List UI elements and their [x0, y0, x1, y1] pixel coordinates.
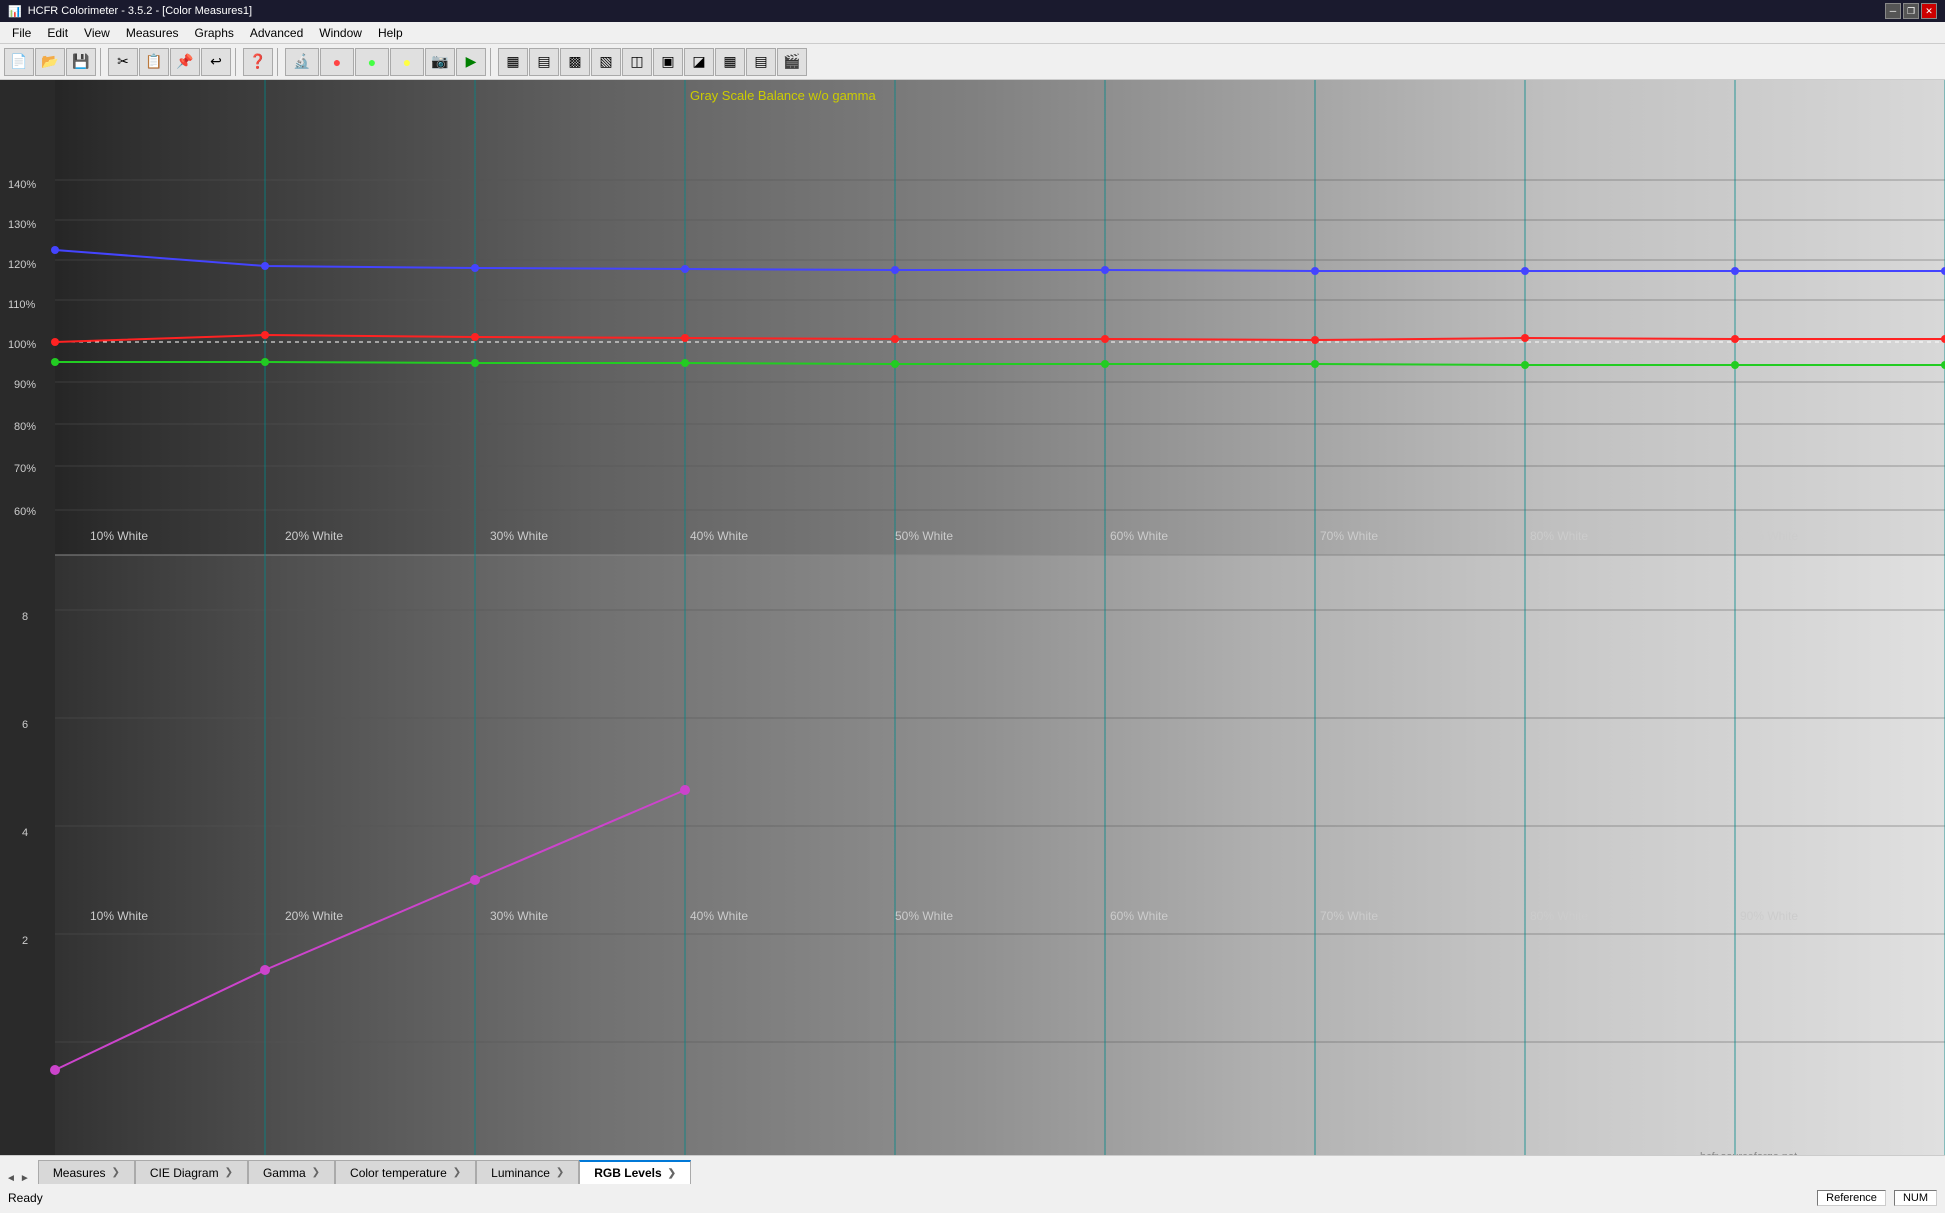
open-button[interactable]: 📂	[35, 48, 65, 76]
svg-text:120%: 120%	[8, 259, 36, 271]
status-bottom-bar: Ready Reference NUM	[0, 1184, 1945, 1212]
tab-measures[interactable]: Measures	[38, 1160, 135, 1184]
view-btn-10[interactable]: 🎬	[777, 48, 807, 76]
menu-advanced[interactable]: Advanced	[242, 24, 311, 42]
tabs-row: ◄ ► Measures CIE Diagram Gamma Color tem…	[0, 1156, 1945, 1184]
svg-text:80%: 80%	[14, 421, 36, 433]
chart-svg: Gray Scale Balance w/o gamma 140% 130% 1…	[0, 80, 1945, 1180]
scroll-right-arrow[interactable]: ►	[20, 1173, 30, 1184]
svg-text:50% White: 50% White	[895, 529, 953, 543]
save-button[interactable]: 💾	[66, 48, 96, 76]
view-btn-9[interactable]: ▤	[746, 48, 776, 76]
svg-text:60% White: 60% White	[1110, 909, 1168, 923]
menu-help[interactable]: Help	[370, 24, 411, 42]
svg-text:6: 6	[22, 719, 28, 731]
undo-button[interactable]: ↩	[201, 48, 231, 76]
close-button[interactable]: ✕	[1921, 3, 1937, 19]
status-reference: Reference	[1817, 1190, 1886, 1206]
view-btn-6[interactable]: ▣	[653, 48, 683, 76]
tab-color-temperature[interactable]: Color temperature	[335, 1160, 476, 1184]
svg-text:4: 4	[22, 827, 28, 839]
menu-edit[interactable]: Edit	[39, 24, 76, 42]
svg-text:70%: 70%	[14, 463, 36, 475]
svg-text:2: 2	[22, 935, 28, 947]
status-num: NUM	[1894, 1190, 1937, 1206]
svg-text:Gray Scale Balance w/o gamma: Gray Scale Balance w/o gamma	[690, 88, 876, 103]
svg-text:20% White: 20% White	[285, 529, 343, 543]
view-btn-7[interactable]: ◪	[684, 48, 714, 76]
menu-file[interactable]: File	[4, 24, 39, 42]
tab-luminance[interactable]: Luminance	[476, 1160, 579, 1184]
svg-text:50% White: 50% White	[895, 909, 953, 923]
title-bar: 📊 HCFR Colorimeter - 3.5.2 - [Color Meas…	[0, 0, 1945, 22]
view-btn-2[interactable]: ▤	[529, 48, 559, 76]
svg-text:70% White: 70% White	[1320, 529, 1378, 543]
svg-text:30% White: 30% White	[490, 529, 548, 543]
svg-text:80% White: 80% White	[1530, 909, 1588, 923]
cmy-button[interactable]: ●	[355, 48, 389, 76]
colorimeter-button[interactable]: 🔬	[285, 48, 319, 76]
svg-text:60% White: 60% White	[1110, 529, 1168, 543]
restore-button[interactable]: ❐	[1903, 3, 1919, 19]
tab-rgb-levels[interactable]: RGB Levels	[579, 1160, 691, 1184]
tab-gamma[interactable]: Gamma	[248, 1160, 335, 1184]
view-btn-4[interactable]: ▧	[591, 48, 621, 76]
play-button[interactable]: ▶	[456, 48, 486, 76]
chart-area: Gray Scale Balance w/o gamma 140% 130% 1…	[0, 80, 1945, 1180]
svg-text:40% White: 40% White	[690, 909, 748, 923]
yellow-white-button[interactable]: ●	[390, 48, 424, 76]
menu-graphs[interactable]: Graphs	[187, 24, 242, 42]
view-btn-5[interactable]: ◫	[622, 48, 652, 76]
help-button[interactable]: ❓	[243, 48, 273, 76]
cut-button[interactable]: ✂	[108, 48, 138, 76]
camera-button[interactable]: 📷	[425, 48, 455, 76]
window-title: HCFR Colorimeter - 3.5.2 - [Color Measur…	[28, 5, 252, 17]
paste-button[interactable]: 📌	[170, 48, 200, 76]
svg-text:140%: 140%	[8, 179, 36, 191]
svg-text:60%: 60%	[14, 506, 36, 518]
svg-text:10% White: 10% White	[90, 529, 148, 543]
new-button[interactable]: 📄	[4, 48, 34, 76]
scroll-left-arrow[interactable]: ◄	[6, 1173, 16, 1184]
app-icon: 📊	[8, 5, 22, 18]
status-ready: Ready	[8, 1191, 43, 1205]
svg-text:90% White: 90% White	[1740, 909, 1798, 923]
minimize-button[interactable]: ─	[1885, 3, 1901, 19]
svg-text:80% White: 80% White	[1530, 529, 1588, 543]
svg-text:8: 8	[22, 611, 28, 623]
menu-window[interactable]: Window	[311, 24, 370, 42]
svg-text:130%: 130%	[8, 219, 36, 231]
copy-button[interactable]: 📋	[139, 48, 169, 76]
menu-view[interactable]: View	[76, 24, 118, 42]
svg-text:100%: 100%	[8, 339, 36, 351]
svg-text:110%: 110%	[8, 299, 36, 311]
view-btn-8[interactable]: ▦	[715, 48, 745, 76]
window-controls[interactable]: ─ ❐ ✕	[1885, 3, 1937, 19]
tab-cie-diagram[interactable]: CIE Diagram	[135, 1160, 248, 1184]
view-btn-3[interactable]: ▩	[560, 48, 590, 76]
menu-measures[interactable]: Measures	[118, 24, 187, 42]
svg-text:10% White: 10% White	[90, 909, 148, 923]
rgb-button[interactable]: ●	[320, 48, 354, 76]
toolbar: 📄 📂 💾 ✂ 📋 📌 ↩ ❓ 🔬 ● ● ● 📷 ▶ ▦ ▤ ▩ ▧ ◫ ▣ …	[0, 44, 1945, 80]
view-btn-1[interactable]: ▦	[498, 48, 528, 76]
menu-bar: File Edit View Measures Graphs Advanced …	[0, 22, 1945, 44]
svg-text:90%: 90%	[14, 379, 36, 391]
svg-text:90% White: 90% White	[1740, 529, 1798, 543]
svg-text:20% White: 20% White	[285, 909, 343, 923]
status-bar: ◄ ► Measures CIE Diagram Gamma Color tem…	[0, 1155, 1945, 1213]
svg-text:30% White: 30% White	[490, 909, 548, 923]
svg-text:70% White: 70% White	[1320, 909, 1378, 923]
svg-text:40% White: 40% White	[690, 529, 748, 543]
